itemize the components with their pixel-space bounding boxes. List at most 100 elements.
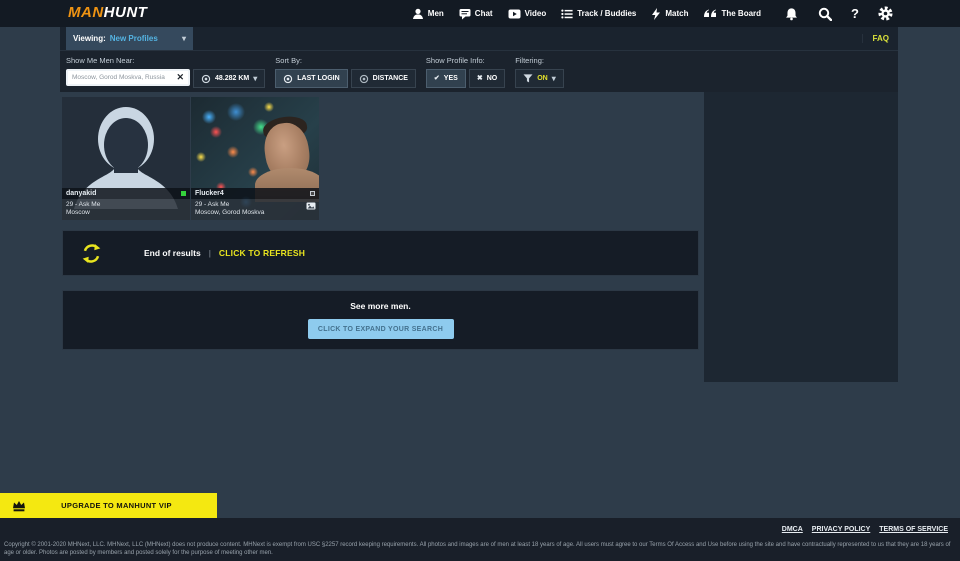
target-icon — [201, 74, 211, 84]
footer-links: DMCA PRIVACY POLICY TERMS OF SERVICE — [782, 526, 948, 533]
check-icon: ✔ — [434, 75, 440, 82]
sort-option-label: LAST LOGIN — [297, 75, 339, 82]
filter-bar: Show Me Men Near: ✕ 48.282 KM ▾ Sort By:… — [60, 50, 898, 92]
card-overlay: danyakid 29 - Ask Me Moscow — [62, 188, 190, 220]
profile-age-status: 29 - Ask Me — [195, 201, 315, 209]
chevron-down-icon: ▾ — [182, 35, 186, 43]
clear-location-icon[interactable]: ✕ — [176, 73, 184, 82]
sort-distance-button[interactable]: DISTANCE — [351, 69, 416, 88]
vip-label: UPGRADE TO MANHUNT VIP — [26, 501, 217, 510]
radio-icon — [359, 74, 369, 84]
upgrade-vip-button[interactable]: UPGRADE TO MANHUNT VIP — [0, 493, 217, 518]
radio-icon — [283, 74, 293, 84]
see-more-box: See more men. CLICK TO EXPAND YOUR SEARC… — [62, 290, 699, 350]
nav-label: Match — [665, 9, 688, 18]
profile-location: Moscow, Gorod Moskva — [195, 209, 315, 217]
person-icon — [412, 8, 424, 20]
sort-last-login-button[interactable]: LAST LOGIN — [275, 69, 347, 88]
refresh-icon — [80, 242, 103, 265]
help-icon: ? — [851, 7, 859, 20]
nav-item-track-buddies[interactable]: Track / Buddies — [561, 8, 636, 20]
profile-location: Moscow — [66, 209, 186, 217]
nav-item-match[interactable]: Match — [651, 8, 688, 20]
crown-icon — [12, 499, 26, 512]
copyright-text: Copyright © 2001-2020 MHNext, LLC. MHNex… — [4, 542, 954, 557]
viewing-dropdown[interactable]: Viewing: New Profiles ▾ — [66, 27, 193, 50]
profile-card-flucker4[interactable]: Flucker4 29 - Ask Me Moscow, Gorod Moskv… — [191, 97, 319, 220]
manhunt-logo[interactable]: MANHUNT — [68, 4, 147, 22]
filtering-label: Filtering: — [515, 56, 564, 65]
see-more-message: See more men. — [350, 301, 410, 311]
offline-indicator — [310, 191, 315, 196]
nav-item-video[interactable]: Video — [508, 8, 547, 20]
header-icon-buttons: ? — [784, 6, 893, 21]
search-button[interactable] — [818, 7, 832, 21]
no-label: NO — [487, 75, 498, 82]
nav-label: The Board — [721, 9, 761, 18]
bell-icon — [784, 7, 799, 21]
filtering-dropdown[interactable]: ON ▾ — [515, 69, 564, 88]
filtering-value: ON — [537, 75, 548, 82]
viewing-value: New Profiles — [110, 34, 158, 43]
end-of-results-text: End of results — [144, 248, 201, 258]
sort-label: Sort By: — [275, 56, 416, 65]
nav-label: Track / Buddies — [577, 9, 636, 18]
expand-search-button[interactable]: CLICK TO EXPAND YOUR SEARCH — [308, 319, 454, 339]
filter-group-near: Show Me Men Near: ✕ 48.282 KM ▾ — [66, 56, 265, 92]
terms-of-service-link[interactable]: TERMS OF SERVICE — [879, 526, 948, 533]
nav-label: Chat — [475, 9, 493, 18]
refresh-button[interactable] — [80, 242, 103, 265]
filter-funnel-icon — [523, 74, 533, 83]
click-to-refresh-link[interactable]: CLICK TO REFRESH — [219, 248, 305, 258]
profile-info-yes-button[interactable]: ✔ YES — [426, 69, 466, 88]
notifications-button[interactable] — [784, 7, 799, 21]
yes-label: YES — [444, 75, 458, 82]
list-icon — [561, 8, 573, 20]
faq-link[interactable]: FAQ — [862, 34, 889, 43]
filter-group-profile-info: Show Profile Info: ✔ YES ✖ NO — [426, 56, 505, 92]
distance-value: 48.282 KM — [215, 75, 249, 82]
filter-group-sort: Sort By: LAST LOGIN DISTANCE — [275, 56, 416, 92]
nav-label: Video — [525, 9, 547, 18]
profile-age-status: 29 - Ask Me — [66, 201, 186, 209]
separator: | — [209, 248, 211, 258]
profile-username: Flucker4 — [195, 190, 224, 197]
x-icon: ✖ — [477, 75, 483, 82]
manhunt-page: MANHUNT Men Chat Video Track / Buddies — [0, 0, 960, 561]
filter-group-filtering: Filtering: ON ▾ — [515, 56, 564, 92]
profile-username: danyakid — [66, 190, 96, 197]
location-input[interactable] — [72, 74, 173, 81]
top-header-bar: MANHUNT Men Chat Video Track / Buddies — [0, 0, 960, 27]
online-indicator — [181, 191, 186, 196]
nav-label: Men — [428, 9, 444, 18]
gear-icon — [878, 6, 893, 21]
profile-info-label: Show Profile Info: — [426, 56, 505, 65]
video-icon — [508, 8, 521, 20]
search-icon — [818, 7, 832, 21]
card-overlay: Flucker4 29 - Ask Me Moscow, Gorod Moskv… — [191, 188, 319, 220]
chevron-down-icon: ▾ — [552, 75, 556, 83]
help-button[interactable]: ? — [851, 7, 859, 20]
quotes-icon — [703, 9, 717, 19]
sort-option-label: DISTANCE — [373, 75, 408, 82]
viewing-label: Viewing: — [73, 34, 106, 43]
nav-item-the-board[interactable]: The Board — [703, 9, 761, 19]
near-label: Show Me Men Near: — [66, 56, 265, 65]
dmca-link[interactable]: DMCA — [782, 526, 803, 533]
distance-dropdown[interactable]: 48.282 KM ▾ — [193, 69, 265, 88]
right-side-panel — [704, 92, 898, 382]
footer: DMCA PRIVACY POLICY TERMS OF SERVICE Cop… — [0, 518, 960, 561]
nav-item-chat[interactable]: Chat — [459, 8, 493, 20]
chevron-down-icon: ▾ — [253, 75, 257, 83]
nav-item-men[interactable]: Men — [412, 8, 444, 20]
logo-hunt: HUNT — [104, 4, 148, 21]
location-input-wrap: ✕ — [66, 69, 190, 86]
photo-icon — [306, 202, 316, 210]
profile-info-no-button[interactable]: ✖ NO — [469, 69, 505, 88]
privacy-policy-link[interactable]: PRIVACY POLICY — [812, 526, 870, 533]
logo-man: MAN — [68, 4, 104, 21]
settings-button[interactable] — [878, 6, 893, 21]
main-nav: Men Chat Video Track / Buddies Match The — [412, 0, 893, 27]
profile-card-danyakid[interactable]: danyakid 29 - Ask Me Moscow — [62, 97, 190, 220]
profile-grid: danyakid 29 - Ask Me Moscow Flucker4 — [62, 97, 319, 220]
